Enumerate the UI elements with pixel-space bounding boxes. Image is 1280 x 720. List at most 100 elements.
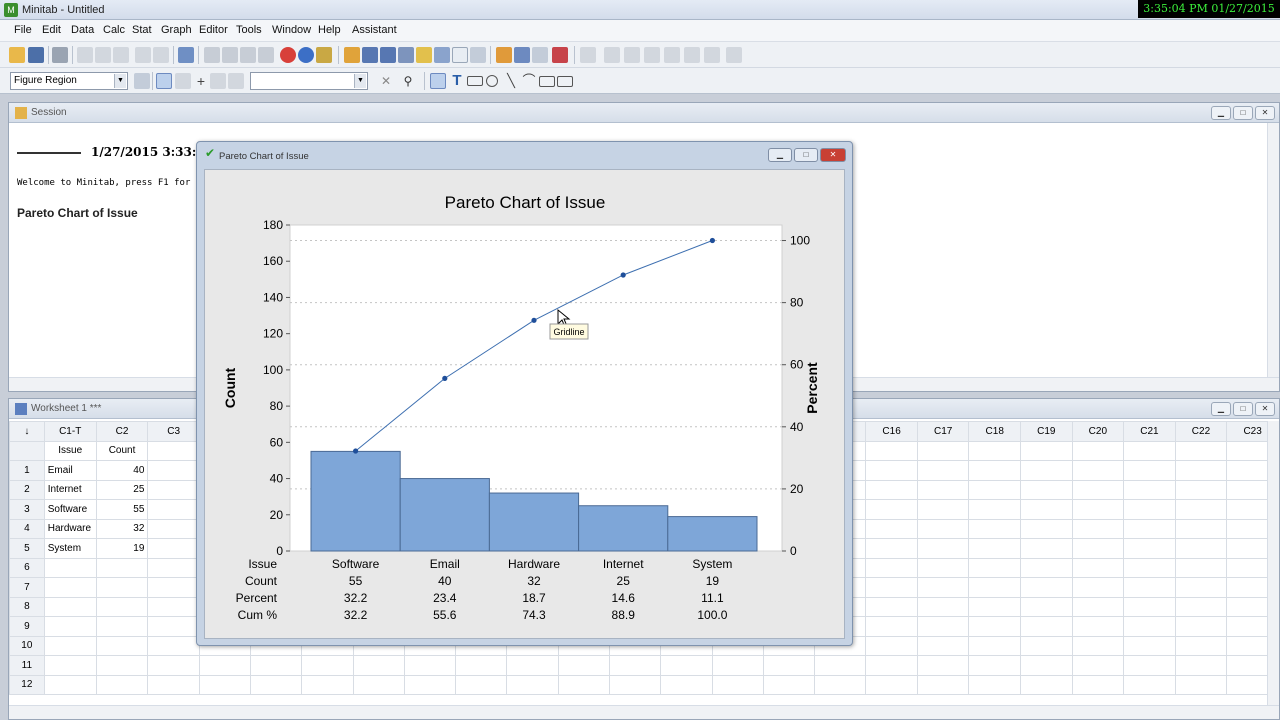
data-cell[interactable]: [250, 655, 303, 676]
column-header[interactable]: C21: [1123, 421, 1176, 442]
data-cell[interactable]: [968, 499, 1021, 520]
brush-icon[interactable]: [580, 47, 596, 63]
row-header[interactable]: 8: [9, 596, 45, 617]
cumulative-point[interactable]: [353, 448, 359, 454]
data-cell[interactable]: [1174, 596, 1228, 617]
data-cell[interactable]: [147, 674, 200, 695]
data-cell[interactable]: [762, 674, 816, 695]
data-cell[interactable]: [1174, 460, 1228, 481]
data-cell[interactable]: [1020, 616, 1073, 637]
data-cell[interactable]: [1123, 479, 1176, 500]
column-header[interactable]: C20: [1071, 421, 1125, 442]
report-pad-icon[interactable]: [470, 47, 486, 63]
menu-graph[interactable]: Graph: [161, 24, 192, 36]
data-cell[interactable]: [1174, 655, 1228, 676]
history-icon[interactable]: [434, 47, 450, 63]
minimize-button[interactable]: ▁: [1211, 402, 1231, 416]
data-cell[interactable]: [198, 655, 252, 676]
info-icon[interactable]: [416, 47, 432, 63]
cumulative-point[interactable]: [620, 272, 626, 278]
data-cell[interactable]: [43, 655, 97, 676]
data-cell[interactable]: [1020, 557, 1073, 578]
rectangle-tool-icon[interactable]: [467, 76, 483, 86]
data-cell[interactable]: [865, 655, 918, 676]
data-cell[interactable]: [865, 518, 918, 539]
row-header[interactable]: 3: [9, 499, 45, 520]
data-cell[interactable]: [865, 674, 918, 695]
chevron-down-icon[interactable]: ▼: [114, 74, 126, 88]
data-cell[interactable]: [1071, 557, 1125, 578]
data-cell[interactable]: 55: [95, 499, 149, 520]
data-cell[interactable]: [916, 460, 970, 481]
data-cell[interactable]: [403, 655, 457, 676]
move-up-icon[interactable]: [204, 47, 220, 63]
assistant-icon[interactable]: [316, 47, 332, 63]
data-cell[interactable]: [1123, 635, 1176, 656]
data-cell[interactable]: [1020, 577, 1073, 598]
menu-file[interactable]: File: [14, 24, 32, 36]
move-down-icon[interactable]: [222, 47, 238, 63]
pareto-chart[interactable]: Pareto Chart of Issue 0 20 40 60 80 100 120 140 1…: [205, 170, 846, 640]
data-cell[interactable]: [916, 577, 970, 598]
graph-folder-icon[interactable]: [398, 47, 414, 63]
menu-stat[interactable]: Stat: [132, 24, 152, 36]
data-cell[interactable]: 19: [95, 538, 149, 559]
bar[interactable]: [578, 505, 669, 552]
row-header[interactable]: 10: [9, 635, 45, 656]
data-cell[interactable]: [968, 674, 1021, 695]
menu-editor[interactable]: Editor: [199, 24, 228, 36]
row-header[interactable]: 7: [9, 577, 45, 598]
column-header[interactable]: C18: [968, 421, 1021, 442]
data-cell[interactable]: [1020, 655, 1073, 676]
data-cell[interactable]: [1174, 538, 1228, 559]
data-cell[interactable]: [1020, 538, 1073, 559]
data-cell[interactable]: [43, 596, 97, 617]
data-cell[interactable]: [147, 460, 200, 481]
data-cell[interactable]: [968, 577, 1021, 598]
data-cell[interactable]: [865, 538, 918, 559]
column-name-cell[interactable]: [1020, 440, 1073, 461]
data-cell[interactable]: [198, 674, 252, 695]
tile-icon[interactable]: [514, 47, 530, 63]
data-cell[interactable]: [352, 655, 405, 676]
open-icon[interactable]: [9, 47, 25, 63]
delete-icon[interactable]: ✕: [378, 73, 394, 89]
data-cell[interactable]: [352, 674, 405, 695]
cumulative-point[interactable]: [709, 237, 715, 244]
data-cell[interactable]: [865, 460, 918, 481]
data-cell[interactable]: [1071, 460, 1125, 481]
data-cell[interactable]: [1071, 655, 1125, 676]
data-cell[interactable]: [1020, 674, 1073, 695]
data-cell[interactable]: [608, 655, 662, 676]
data-cell[interactable]: [916, 518, 970, 539]
data-cell[interactable]: 32: [95, 518, 149, 539]
data-cell[interactable]: [95, 616, 149, 637]
line-tool-icon[interactable]: ╲: [503, 73, 519, 89]
new-sheet-icon[interactable]: [452, 47, 468, 63]
data-cell[interactable]: [968, 596, 1021, 617]
session-window-icon[interactable]: [362, 47, 378, 63]
arrange-icon[interactable]: [704, 47, 720, 63]
column-name-cell[interactable]: [1071, 440, 1125, 461]
row-header[interactable]: [9, 440, 45, 461]
graph-item-select[interactable]: ▼: [250, 72, 368, 90]
set-id-icon[interactable]: [604, 47, 620, 63]
data-cell[interactable]: [147, 635, 200, 656]
replace-icon[interactable]: [258, 47, 274, 63]
data-cell[interactable]: [865, 596, 918, 617]
ellipse-tool-icon[interactable]: [486, 75, 498, 87]
data-cell[interactable]: [660, 655, 713, 676]
data-cell[interactable]: [865, 557, 918, 578]
data-cell[interactable]: [147, 655, 200, 676]
data-cell[interactable]: [762, 655, 816, 676]
data-cell[interactable]: System: [43, 538, 97, 559]
graph-canvas[interactable]: Pareto Chart of Issue 0 20 40 60 80 100 120 140 1…: [204, 169, 845, 639]
data-cell[interactable]: [968, 616, 1021, 637]
data-cell[interactable]: [95, 557, 149, 578]
close-button[interactable]: ✕: [1255, 402, 1275, 416]
data-cell[interactable]: [1123, 577, 1176, 598]
data-cell[interactable]: [43, 616, 97, 637]
data-cell[interactable]: [147, 577, 200, 598]
data-cell[interactable]: [968, 557, 1021, 578]
text-tool-icon[interactable]: T: [449, 73, 465, 89]
